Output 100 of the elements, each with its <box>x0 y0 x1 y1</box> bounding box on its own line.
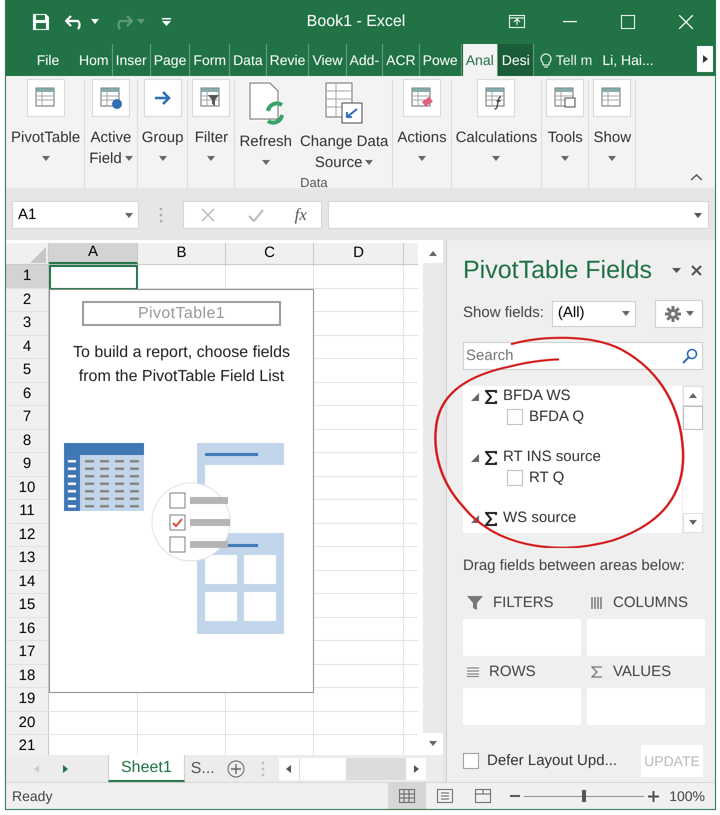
ribbon-tab[interactable]: Desi <box>498 44 534 76</box>
zoom-slider[interactable] <box>524 790 644 802</box>
pane-title: PivotTable Fields <box>463 255 652 286</box>
search-icon <box>682 348 698 364</box>
up-arrow-icon <box>689 393 697 398</box>
row-header[interactable]: 17 <box>6 641 49 664</box>
settings-button[interactable] <box>655 300 703 328</box>
ribbon-button[interactable]: Actions <box>394 79 450 168</box>
row-header[interactable]: 6 <box>6 382 49 405</box>
row-header[interactable]: 4 <box>6 336 49 358</box>
list-scrollbar[interactable] <box>682 386 703 532</box>
ribbon-button[interactable]: Active Field <box>86 79 136 169</box>
row-header[interactable]: 9 <box>6 453 49 476</box>
sigma-icon <box>485 390 497 404</box>
customize-icon <box>162 18 170 26</box>
left-arrow-icon <box>286 764 292 772</box>
sigma-icon <box>485 512 497 526</box>
scroll-thumb[interactable] <box>683 406 703 430</box>
settings-icon <box>664 306 680 322</box>
area-label: FILTERS <box>493 592 554 613</box>
row-header[interactable]: 1 <box>6 265 49 288</box>
caret-icon <box>686 311 694 316</box>
row-header[interactable]: 2 <box>6 288 49 311</box>
row-header[interactable]: 21 <box>6 735 49 755</box>
page-icon <box>437 789 454 803</box>
vertical-scrollbar[interactable] <box>423 243 443 753</box>
row-header[interactable]: 18 <box>6 664 49 687</box>
grip-icon <box>260 760 265 776</box>
expand-triangle-icon[interactable] <box>471 392 479 400</box>
down-arrow-icon <box>689 520 697 525</box>
ribbon-button[interactable]: Tools <box>543 79 588 168</box>
ribbon-button[interactable]: Refresh <box>236 79 295 172</box>
row-header[interactable]: 12 <box>6 524 49 546</box>
collapse-ribbon-button[interactable] <box>689 172 703 182</box>
down-arrow-icon <box>429 740 438 746</box>
tabs-scroll-button[interactable] <box>697 46 713 72</box>
tools-icon <box>553 86 578 110</box>
sigma-icon <box>485 450 497 464</box>
row-header[interactable]: 16 <box>6 618 49 640</box>
areas-hint: Drag fields between areas below: <box>463 556 686 576</box>
defer-label: Defer Layout Upd... <box>487 750 618 771</box>
row-header[interactable]: 20 <box>6 712 49 734</box>
horizontal-scrollbar[interactable] <box>278 758 426 780</box>
row-header[interactable]: 7 <box>6 406 49 428</box>
sum-icon <box>591 666 603 678</box>
show-fields-label: Show fields: <box>463 303 544 324</box>
defer-checkbox[interactable] <box>463 753 479 769</box>
field-checkbox[interactable] <box>507 470 523 486</box>
ribbon-display-icon <box>509 15 525 28</box>
column-header[interactable]: C <box>226 243 314 264</box>
column-header[interactable]: D <box>314 243 404 264</box>
group-label: Data <box>300 174 328 192</box>
row-header[interactable]: 11 <box>6 500 49 522</box>
tell-me-button[interactable]: Tell m <box>534 44 598 76</box>
ribbon-button[interactable]: Calculations <box>452 79 540 168</box>
name-box[interactable]: A1 <box>12 201 139 229</box>
column-header[interactable]: A <box>49 243 138 264</box>
close-icon <box>690 265 702 276</box>
close-pane-button[interactable] <box>689 264 703 278</box>
caret-icon <box>622 311 630 316</box>
field-name[interactable]: RT Q <box>529 466 564 490</box>
grip-icon <box>159 207 163 223</box>
expand-triangle-icon[interactable] <box>471 454 479 462</box>
row-header[interactable]: 13 <box>6 547 49 570</box>
field-checkbox[interactable] <box>507 409 523 425</box>
ribbon-button[interactable]: Filter <box>189 79 234 168</box>
row-header[interactable]: 5 <box>6 359 49 382</box>
field-name[interactable]: BFDA Q <box>529 406 584 428</box>
show-fields-dropdown[interactable]: (All) <box>552 300 636 326</box>
row-header[interactable]: 14 <box>6 570 49 593</box>
ribbon-button[interactable]: PivotTable <box>8 79 84 168</box>
row-header[interactable]: 19 <box>6 688 49 710</box>
area-label: VALUES <box>613 662 672 682</box>
ribbon-tab[interactable]: Anal <box>462 44 498 76</box>
close-icon <box>679 14 693 28</box>
row-header[interactable]: 8 <box>6 430 49 452</box>
chevron-up-icon <box>690 174 702 180</box>
row-header[interactable]: 3 <box>6 312 49 334</box>
insert-function-button[interactable]: fx <box>294 202 307 228</box>
ribbon-button[interactable]: Group <box>138 79 186 168</box>
zoom-in-icon[interactable] <box>648 790 660 802</box>
view-button[interactable] <box>388 783 426 809</box>
ribbon-tab[interactable]: File <box>6 44 76 76</box>
next-sheet-icon[interactable] <box>63 764 68 772</box>
sheet-tab[interactable]: Sheet1 <box>108 755 185 782</box>
expand-triangle-icon[interactable] <box>471 514 479 522</box>
column-header[interactable]: B <box>138 243 226 264</box>
sheet-tab[interactable]: S... <box>184 755 221 782</box>
add-sheet-icon[interactable] <box>226 760 245 778</box>
ribbon-button[interactable]: Change Data Source <box>296 79 392 173</box>
row-header[interactable]: 15 <box>6 594 49 616</box>
filter-icon <box>467 595 483 611</box>
search-field[interactable]: Search <box>463 342 703 370</box>
status-text: Ready <box>12 786 52 806</box>
row-header[interactable]: 10 <box>6 476 49 499</box>
ribbon-button[interactable]: Show <box>590 79 634 168</box>
grid-icon <box>399 789 416 803</box>
caret-icon <box>91 19 99 24</box>
field-group-name: WS source <box>503 508 576 528</box>
formula-input[interactable] <box>328 201 709 229</box>
